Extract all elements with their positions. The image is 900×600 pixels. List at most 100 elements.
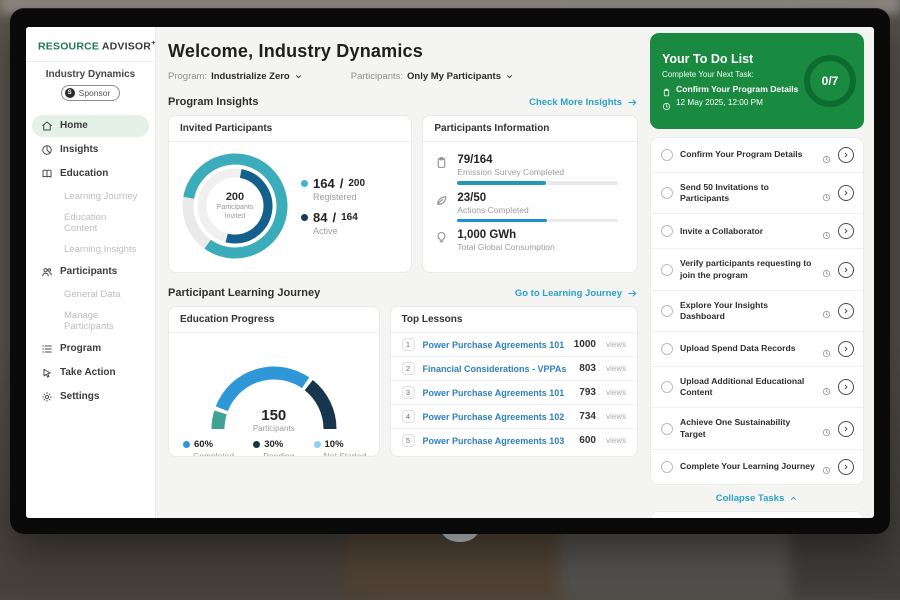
task-open-button[interactable]	[838, 303, 854, 319]
task-label: Explore Your Insights Dashboard	[680, 300, 815, 322]
task-checkbox[interactable]	[661, 305, 673, 317]
task-checkbox[interactable]	[661, 381, 673, 393]
info-value: 1,000 GWh	[457, 229, 625, 241]
sidebar-item-program[interactable]: Program	[32, 338, 149, 360]
task-open-button[interactable]	[838, 147, 854, 163]
legend-label: Active	[313, 226, 365, 236]
task-label: Send 50 Invitations to Participants	[680, 182, 815, 204]
filter-dropdown[interactable]: Participants: Only My Participants	[351, 71, 514, 82]
task-label: Complete Your Learning Journey	[680, 461, 815, 472]
lesson-link[interactable]: Power Purchase Agreements 101	[423, 340, 566, 350]
sidebar-item-home[interactable]: Home	[32, 115, 149, 137]
task-row[interactable]: Upload Additional Educational Content	[651, 367, 863, 408]
check-more-insights-link[interactable]: Check More Insights	[529, 97, 638, 108]
lesson-views-unit: views	[606, 388, 626, 397]
task-open-button[interactable]	[838, 341, 854, 357]
sidebar-item-take-action[interactable]: Take Action	[32, 362, 149, 384]
go-to-learning-journey-link[interactable]: Go to Learning Journey	[515, 288, 638, 299]
sidebar-item-learning-insights[interactable]: Learning Insights	[32, 240, 149, 259]
legend-item: 60% Completed	[183, 439, 234, 457]
task-row[interactable]: Explore Your Insights Dashboard	[651, 291, 863, 332]
sponsor-label: Sponsor	[79, 88, 111, 98]
task-checkbox[interactable]	[661, 423, 673, 435]
donut-center-value: 200	[226, 191, 244, 203]
lesson-views-unit: views	[606, 340, 626, 349]
sidebar: RESOURCE ADVISOR+ Industry Dynamics S Sp…	[26, 27, 156, 518]
gauge-legend: 60% Completed 30% Pending	[169, 437, 379, 457]
task-checkbox[interactable]	[661, 343, 673, 355]
todo-summary-card: Your To Do List Complete Your Next Task:…	[650, 33, 864, 129]
clock-icon	[822, 189, 831, 198]
lesson-link[interactable]: Financial Considerations - VPPAs	[423, 364, 572, 374]
sidebar-item-education-content[interactable]: Education Content	[32, 208, 149, 238]
chevron-up-icon	[789, 494, 798, 503]
task-checkbox[interactable]	[661, 264, 673, 276]
chevron-right-icon	[842, 425, 850, 433]
task-label: Achieve One Sustainability Target	[680, 417, 815, 439]
program-insights-header: Program Insights Check More Insights	[168, 96, 638, 108]
link-label: Go to Learning Journey	[515, 288, 622, 299]
chevron-down-icon	[294, 72, 303, 81]
filter-dropdown[interactable]: Program: Industrialize Zero	[168, 71, 303, 82]
sidebar-item-participants[interactable]: Participants	[32, 261, 149, 283]
sidebar-item-insights[interactable]: Insights	[32, 139, 149, 161]
legend-dot	[301, 214, 308, 221]
info-label: Actions Completed	[457, 205, 625, 215]
task-open-button[interactable]	[838, 379, 854, 395]
sidebar-nav: Home Insights Education Learning Journey Edu…	[26, 110, 155, 408]
lesson-link[interactable]: Power Purchase Agreements 103	[423, 436, 572, 446]
todo-task-list: Confirm Your Program Details Send 50 Inv…	[650, 137, 864, 485]
sidebar-item-education[interactable]: Education	[32, 163, 149, 185]
legend-label: Registered	[313, 192, 365, 202]
sidebar-item-label: Learning Insights	[64, 244, 136, 255]
task-open-button[interactable]	[838, 262, 854, 278]
legend-item: 84/164 Active	[301, 210, 365, 236]
donut-legend: 164/200 Registered 84/164 Active	[301, 168, 365, 244]
collapse-tasks-link[interactable]: Collapse Tasks	[650, 485, 864, 511]
legend-label: Pending	[263, 451, 294, 457]
task-row[interactable]: Verify participants requesting to join t…	[651, 249, 863, 290]
task-open-button[interactable]	[838, 421, 854, 437]
task-row[interactable]: Complete Your Learning Journey	[651, 450, 863, 484]
chevron-right-icon	[842, 463, 850, 471]
todo-title: Your To Do List	[662, 52, 798, 66]
task-row[interactable]: Achieve One Sustainability Target	[651, 408, 863, 449]
org-name: Industry Dynamics	[26, 69, 155, 80]
sidebar-item-label: Education	[60, 168, 108, 179]
app-logo: RESOURCE ADVISOR+	[26, 27, 155, 61]
card-title: Participants Information	[423, 116, 637, 142]
donut-center-label: Participants Invited	[208, 204, 262, 222]
clipboard-icon	[662, 84, 671, 93]
task-open-button[interactable]	[838, 459, 854, 475]
sidebar-item-label: General Data	[64, 289, 121, 300]
lesson-rank-badge: 3	[402, 386, 415, 399]
lesson-link[interactable]: Power Purchase Agreements 101	[423, 388, 572, 398]
progress-bar	[457, 181, 618, 185]
task-checkbox[interactable]	[661, 461, 673, 473]
divider	[26, 61, 155, 62]
lesson-link[interactable]: Power Purchase Agreements 102	[423, 412, 572, 422]
task-row[interactable]: Upload Spend Data Records	[651, 332, 863, 367]
task-row[interactable]: Invite a Collaborator	[651, 214, 863, 249]
task-open-button[interactable]	[838, 185, 854, 201]
sponsor-badge[interactable]: S Sponsor	[61, 85, 121, 101]
clock-icon	[822, 462, 831, 471]
card-title: Education Progress	[169, 307, 379, 333]
task-checkbox[interactable]	[661, 225, 673, 237]
sidebar-item-learning-journey[interactable]: Learning Journey	[32, 187, 149, 206]
task-open-button[interactable]	[838, 223, 854, 239]
task-row[interactable]: Send 50 Invitations to Participants	[651, 173, 863, 214]
filters-row: Program: Industrialize Zero Participants…	[168, 71, 638, 82]
sidebar-item-manage-participants[interactable]: Manage Participants	[32, 306, 149, 336]
sidebar-item-settings[interactable]: Settings	[32, 386, 149, 408]
todo-subtitle: Complete Your Next Task:	[662, 70, 798, 79]
section-title: Participant Learning Journey	[168, 287, 320, 299]
task-checkbox[interactable]	[661, 149, 673, 161]
todo-due-date: 12 May 2025, 12:00 PM	[676, 98, 763, 107]
lesson-rank-badge: 4	[402, 410, 415, 423]
task-row[interactable]: Confirm Your Program Details	[651, 138, 863, 173]
task-checkbox[interactable]	[661, 187, 673, 199]
sidebar-item-label: Home	[60, 120, 88, 131]
sidebar-item-general-data[interactable]: General Data	[32, 285, 149, 304]
clock-icon	[822, 306, 831, 315]
